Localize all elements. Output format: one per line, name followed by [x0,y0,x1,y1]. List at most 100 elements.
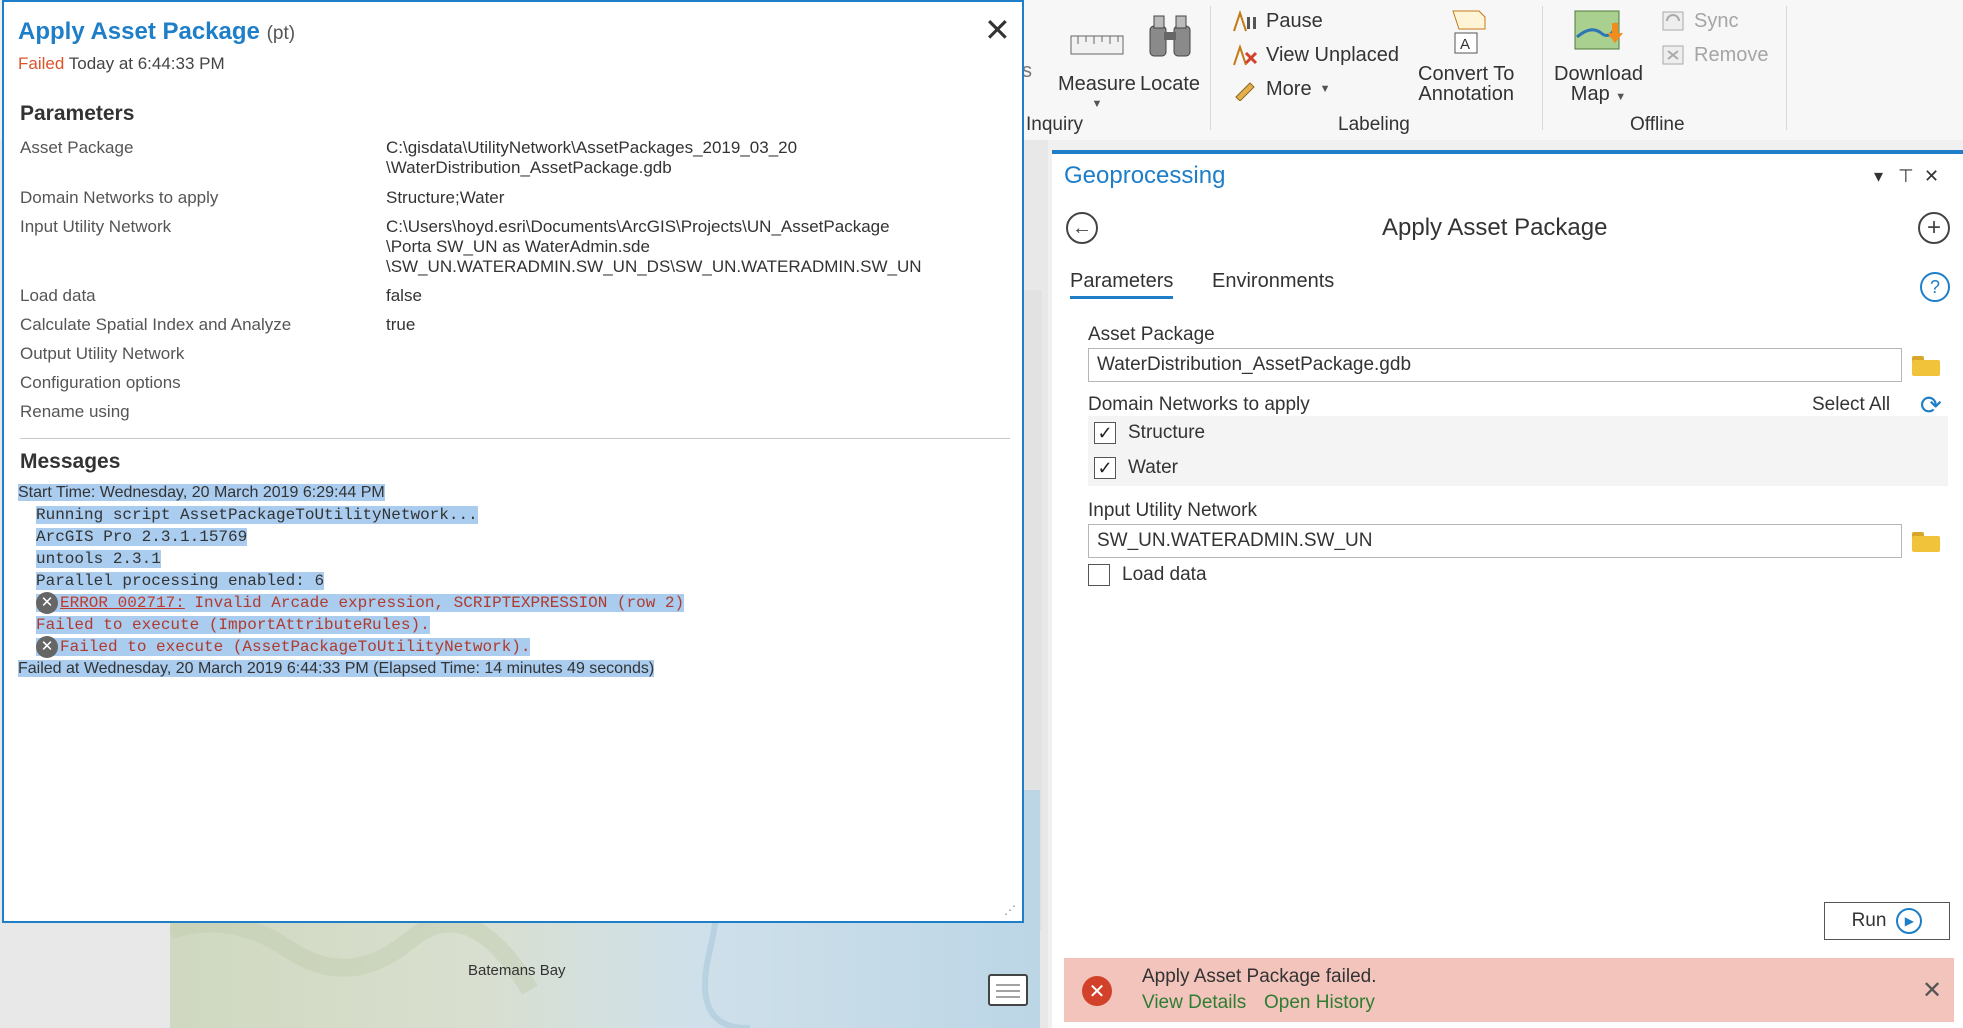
ribbon: s Measure ▼ Locate Inquiry Pause View Un… [1010,0,1963,140]
failure-banner: ✕ Apply Asset Package failed. View Detai… [1064,958,1954,1022]
error-icon: ✕ [1082,976,1112,1006]
pin-icon[interactable]: ⊤ [1898,166,1914,187]
error-icon: ✕ [36,592,58,614]
message-text: Failed to execute (AssetPackageToUtility… [60,638,531,657]
browse-folder-icon[interactable] [1912,530,1940,552]
select-all-button[interactable]: Select All [1812,394,1890,416]
message-text: Failed to execute (ImportAttributeRules)… [36,616,430,635]
tool-details-popup: Apply Asset Package (pt) Failed Today at… [2,0,1024,923]
error-message-line: ✕ Failed to execute (AssetPackageToUtilit… [18,636,1008,659]
message-text: Start Time: Wednesday, 20 March 2019 6:2… [18,484,385,501]
run-button[interactable]: Run ▶ [1824,902,1950,940]
input-utility-network-input[interactable] [1088,524,1902,558]
labeling-group-label: Labeling [1338,114,1410,135]
message-line: Start Time: Wednesday, 20 March 2019 6:2… [18,482,1008,504]
ribbon-separator [1542,6,1543,130]
message-highlight: ✕ Failed to execute (AssetPackageToUtilit… [36,636,531,659]
message-text: Failed at Wednesday, 20 March 2019 6:44:… [18,660,655,678]
details-title-text: Apply Asset Package [18,18,260,45]
browse-folder-icon[interactable] [1912,354,1940,376]
asset-package-label: Asset Package [1088,324,1215,345]
sync-button[interactable]: Sync [1660,8,1738,34]
help-icon[interactable]: ? [1920,272,1950,302]
param-value: true [386,315,416,334]
message-line: ArcGIS Pro 2.3.1.15769 [18,526,1008,548]
close-icon[interactable]: ✕ [1922,976,1942,1005]
annotation-icon: A [1439,6,1493,58]
domain-structure-item[interactable]: ✓ Structure [1094,422,1205,444]
tab-parameters[interactable]: Parameters [1070,270,1174,299]
details-status: Failed Today at 6:44:33 PM [18,54,225,74]
add-icon[interactable]: + [1918,212,1950,244]
message-highlight: ✕ ERROR 002717: Invalid Arcade expression… [36,592,685,614]
param-value: false [386,286,422,305]
input-utility-network-label: Input Utility Network [1088,500,1257,521]
remove-button[interactable]: Remove [1660,42,1768,68]
chevron-down-icon: ▼ [1091,98,1103,110]
param-value: C:\gisdata\UtilityNetwork\AssetPackages_… [386,138,798,177]
message-line: Running script AssetPackageToUtilityNetw… [18,504,1008,526]
view-unplaced-icon [1232,42,1258,68]
svg-text:A: A [1460,36,1470,53]
error-code-link[interactable]: ERROR 002717: [60,594,185,612]
message-line: Failed at Wednesday, 20 March 2019 6:44:… [18,658,1008,680]
remove-label: Remove [1694,43,1769,66]
chevron-down-icon: ▼ [1319,83,1331,95]
ribbon-separator [1210,6,1211,130]
convert-to-annotation-button[interactable]: A Convert To Annotation [1418,6,1514,104]
view-details-link[interactable]: View Details [1142,992,1246,1014]
locate-button[interactable]: Locate [1140,6,1200,94]
checkbox[interactable]: ✓ [1094,457,1116,479]
tab-environments[interactable]: Environments [1212,270,1334,293]
download-map-button[interactable]: Download Map ▼ [1554,6,1643,107]
close-icon[interactable]: ✕ [984,14,1011,46]
message-line: Parallel processing enabled: 6 [18,570,1008,592]
param-value: Structure;Water [386,188,505,207]
status-time: Today at 6:44:33 PM [68,54,225,73]
more-labeling-icon [1232,76,1258,102]
open-history-link[interactable]: Open History [1264,992,1375,1014]
pause-button[interactable]: Pause [1232,8,1323,34]
divider [20,438,1010,439]
resize-grip-icon[interactable]: ⋰ [1004,903,1016,917]
error-message-line: Failed to execute (ImportAttributeRules)… [18,614,1008,636]
offline-group-label: Offline [1630,114,1685,135]
close-pane-icon[interactable]: ✕ [1924,166,1939,187]
asset-package-input[interactable] [1088,348,1902,382]
error-message-line: ✕ ERROR 002717: Invalid Arcade expression… [18,592,1008,614]
param-name: Input Utility Network [20,217,172,236]
param-name: Configuration options [20,373,181,392]
load-data-item[interactable]: Load data [1088,564,1207,586]
more-label: More [1266,77,1312,100]
pause-labeling-icon [1232,8,1258,34]
param-value: C:\Users\hoyd.esri\Documents\ArcGIS\Proj… [386,217,922,276]
view-unplaced-button[interactable]: View Unplaced [1232,42,1399,68]
pane-menu-icon[interactable]: ▾ [1874,166,1883,187]
more-button[interactable]: More ▼ [1232,76,1330,102]
details-title: Apply Asset Package (pt) [18,18,295,46]
messages-list[interactable]: Start Time: Wednesday, 20 March 2019 6:2… [18,482,1008,680]
message-text: Parallel processing enabled: 6 [36,572,325,590]
measure-button[interactable]: Measure ▼ [1058,22,1136,114]
play-icon: ▶ [1896,908,1923,934]
view-unplaced-label: View Unplaced [1266,43,1400,66]
message-line: untools 2.3.1 [18,548,1008,570]
run-label: Run [1851,910,1887,931]
download-map-icon [1571,6,1625,58]
back-arrow-icon[interactable]: ← [1066,212,1098,244]
convert-label-line1: Convert To [1418,63,1515,85]
param-name: Asset Package [20,138,134,157]
param-name: Calculate Spatial Index and Analyze [20,315,292,334]
ribbon-separator [1786,6,1787,130]
domain-label: Water [1128,457,1178,478]
domain-water-item[interactable]: ✓ Water [1094,457,1178,479]
error-text: Invalid Arcade expression, SCRIPTEXPRESS… [184,594,685,613]
download-label-line1: Download [1554,63,1643,85]
domain-networks-list [1088,416,1948,486]
checkbox[interactable]: ✓ [1094,422,1116,444]
message-text: untools 2.3.1 [36,550,161,568]
chevron-down-icon: ▼ [1615,91,1627,103]
map-table-icon[interactable] [988,974,1028,1006]
checkbox[interactable] [1088,564,1110,586]
message-text: Running script AssetPackageToUtilityNetw… [36,506,478,524]
